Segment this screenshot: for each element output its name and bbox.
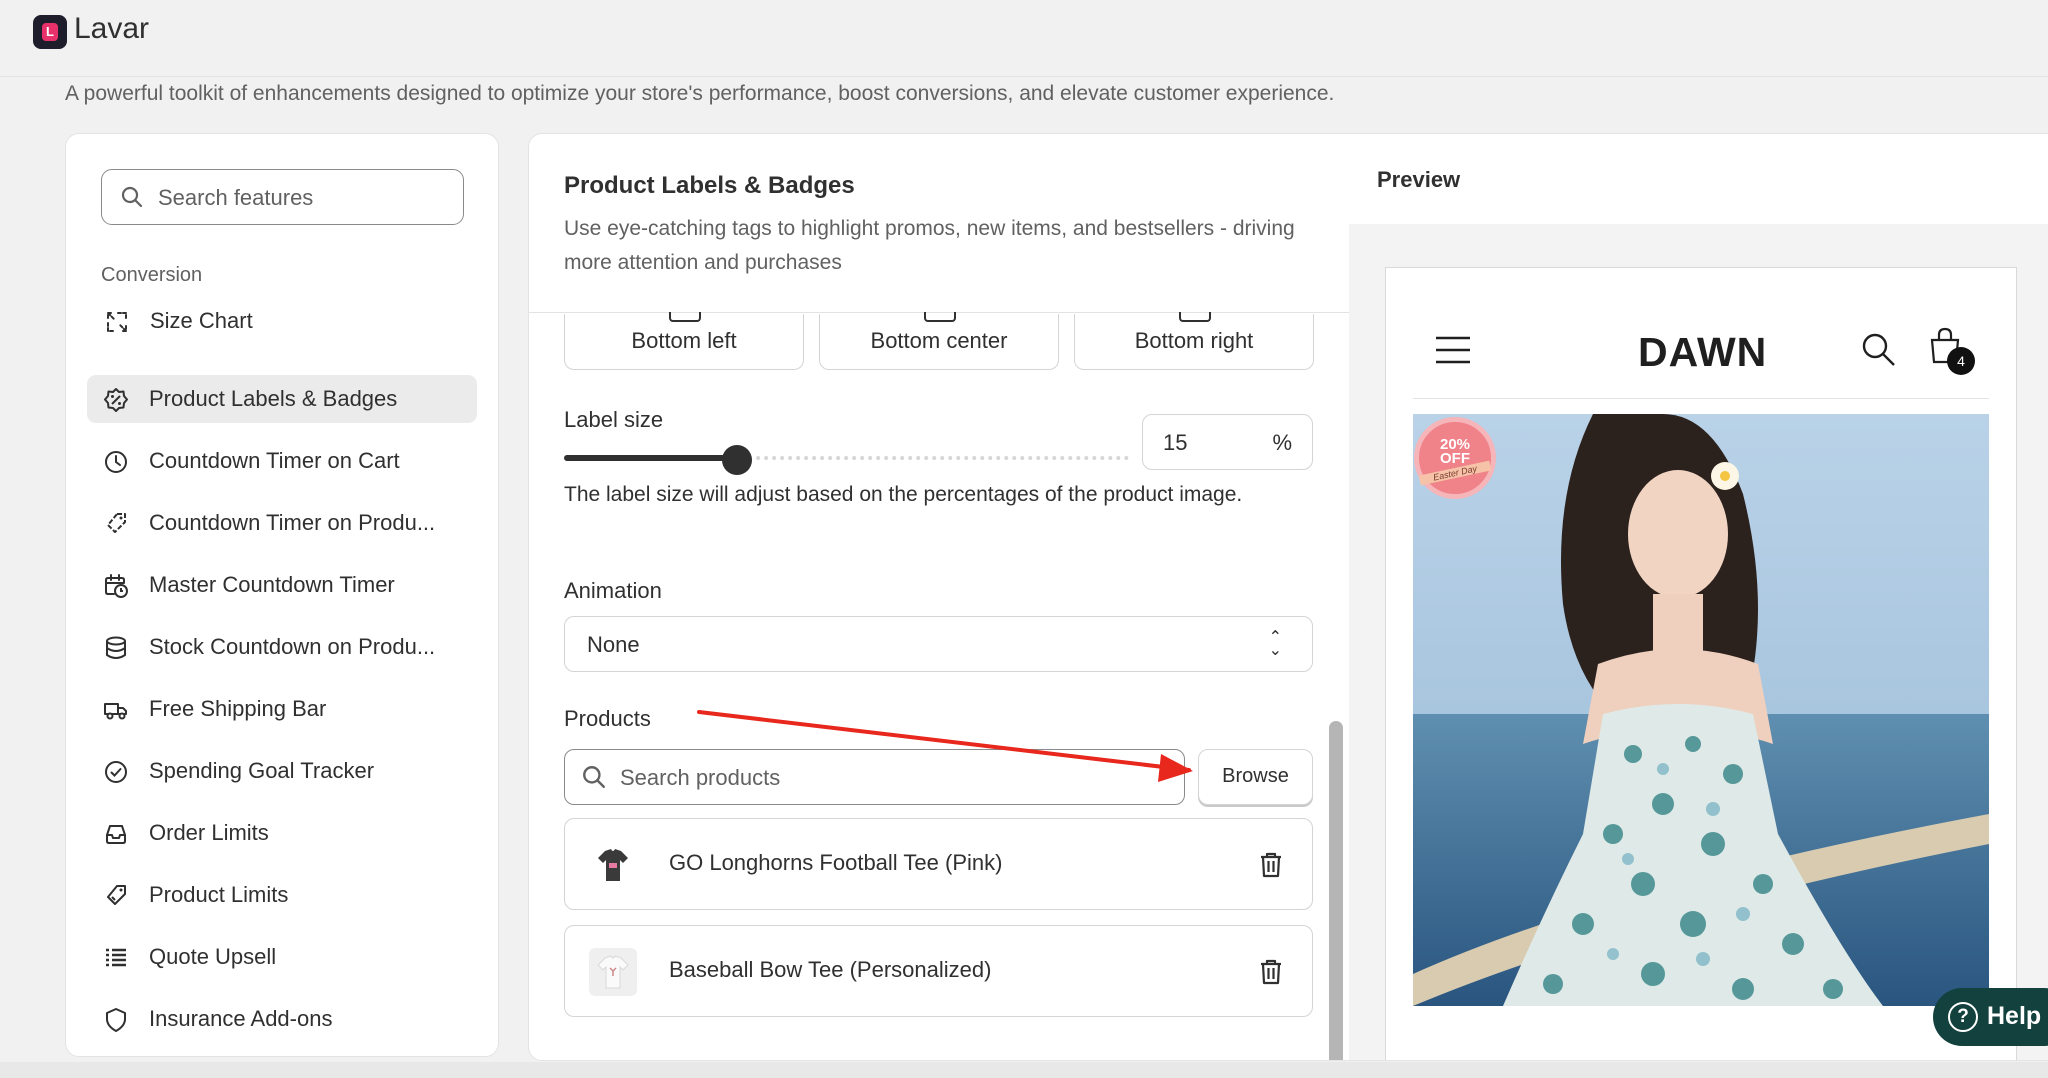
sidebar-item-label: Product Labels & Badges: [149, 386, 398, 411]
sidebar-item-label: Product Limits: [149, 882, 289, 907]
sidebar-item-label: Size Chart: [150, 308, 253, 333]
truck-icon: [104, 703, 127, 720]
settings-scrollbar[interactable]: [1329, 721, 1343, 1060]
position-label: Bottom center: [870, 328, 1008, 353]
search-icon: [1862, 333, 1895, 366]
product-name: GO Longhorns Football Tee (Pink): [669, 850, 1003, 875]
sidebar-item-label: Spending Goal Tracker: [149, 758, 375, 783]
store-logo: DAWN: [1638, 329, 1768, 375]
header-divider: [0, 76, 2048, 77]
sidebar-item-countdown-product[interactable]: Countdown Timer on Produ...: [87, 499, 477, 547]
product-photo: [1413, 414, 1989, 1006]
bottom-strip: [0, 1062, 2048, 1078]
size-chart-icon: [107, 312, 127, 332]
sidebar-item-label: Countdown Timer on Produ...: [149, 510, 436, 535]
product-name: Baseball Bow Tee (Personalized): [669, 957, 992, 982]
app-header: Lavar: [0, 0, 2048, 76]
list-icon: [106, 948, 126, 967]
products-label: Products: [564, 706, 651, 731]
sidebar-item-master-countdown[interactable]: Master Countdown Timer: [87, 561, 477, 609]
help-icon: ?: [1948, 1002, 1978, 1032]
search-features-input[interactable]: Search features: [101, 169, 464, 225]
tshirt-thumbnail-icon: [598, 849, 628, 881]
search-products-input[interactable]: Search products: [564, 749, 1185, 805]
sidebar-item-size-chart[interactable]: Size Chart: [88, 297, 478, 345]
main-card: Product Labels & Badges Use eye-catching…: [528, 133, 2048, 1061]
trash-icon[interactable]: [1258, 851, 1284, 879]
check-circle-icon: [105, 761, 127, 783]
section-label-conversion: Conversion: [101, 264, 203, 286]
label-size-unit: %: [1272, 430, 1292, 455]
help-label: Help: [1987, 1002, 2042, 1030]
position-label: Bottom left: [631, 328, 737, 353]
tshirt-thumbnail-icon: [589, 948, 637, 996]
sidebar-item-label: Stock Countdown on Produ...: [149, 634, 436, 659]
sidebar-item-product-labels-badges[interactable]: Product Labels & Badges: [87, 375, 477, 423]
sidebar-item-label: Free Shipping Bar: [149, 696, 327, 721]
search-features-placeholder: Search features: [158, 185, 314, 210]
product-row: GO Longhorns Football Tee (Pink): [564, 818, 1313, 910]
sidebar-item-countdown-cart[interactable]: Countdown Timer on Cart: [87, 437, 477, 485]
label-size-slider-fill: [564, 455, 739, 461]
preview-discount-badge: 20% OFF Easter Day: [1414, 417, 1496, 499]
settings-description: Use eye-catching tags to highlight promo…: [564, 217, 1295, 274]
sidebar-item-product-limits[interactable]: Product Limits: [87, 871, 477, 919]
position-label: Bottom right: [1134, 328, 1254, 353]
sidebar-item-free-shipping[interactable]: Free Shipping Bar: [87, 685, 477, 733]
app-title: Lavar: [74, 12, 150, 45]
sidebar-item-label: Insurance Add-ons: [149, 1006, 333, 1031]
sidebar-item-insurance-addons[interactable]: Insurance Add-ons: [87, 995, 477, 1043]
settings-title: Product Labels & Badges: [564, 172, 855, 199]
label-size-label: Label size: [564, 407, 664, 432]
sidebar-item-label: Countdown Timer on Cart: [149, 448, 400, 473]
label-size-input[interactable]: 15 %: [1142, 414, 1313, 470]
select-chevron-icon: ⌃ ⌄: [1268, 629, 1282, 659]
timer-tag-icon: [107, 513, 126, 533]
sidebar-item-order-limits[interactable]: Order Limits: [87, 809, 477, 857]
position-bottom-center-button[interactable]: Bottom center: [819, 312, 1059, 370]
calendar-clock-icon: [105, 574, 128, 598]
shield-icon: [106, 1008, 126, 1032]
sidebar-item-quote-upsell[interactable]: Quote Upsell: [87, 933, 477, 981]
badge-icon: [104, 388, 128, 412]
menu-icon: [1436, 336, 1470, 364]
position-bottom-center-icon: [924, 312, 956, 322]
trash-icon[interactable]: [1258, 958, 1284, 986]
cart-count-badge: 4: [1947, 347, 1975, 375]
animation-value: None: [587, 632, 640, 657]
preview-title: Preview: [1377, 167, 1461, 192]
animation-label: Animation: [564, 578, 662, 603]
label-size-help-text: The label size will adjust based on the …: [564, 483, 1243, 506]
position-bottom-left-icon: [669, 312, 701, 322]
database-icon: [106, 636, 126, 659]
sidebar-item-spending-goal[interactable]: Spending Goal Tracker: [87, 747, 477, 795]
search-icon: [583, 766, 605, 788]
position-bottom-right-button[interactable]: Bottom right: [1074, 312, 1314, 370]
search-products-placeholder: Search products: [620, 765, 781, 790]
inbox-icon: [106, 825, 126, 844]
product-row: Baseball Bow Tee (Personalized): [564, 925, 1313, 1017]
position-bottom-right-icon: [1179, 312, 1211, 322]
sidebar-item-label: Master Countdown Timer: [149, 572, 395, 597]
app-subtitle: A powerful toolkit of enhancements desig…: [65, 82, 1335, 105]
app-logo: [33, 15, 67, 49]
search-icon: [121, 186, 143, 208]
position-bottom-left-button[interactable]: Bottom left: [564, 312, 804, 370]
sidebar-item-label: Quote Upsell: [149, 944, 277, 969]
label-size-value: 15: [1163, 430, 1188, 455]
tag-limit-icon: [107, 885, 126, 905]
preview-separator: [1413, 398, 1989, 399]
animation-select[interactable]: None ⌃ ⌄: [564, 616, 1313, 672]
sidebar-item-label: Order Limits: [149, 820, 269, 845]
help-button[interactable]: ? Help: [1933, 988, 2048, 1046]
clock-icon: [105, 451, 127, 473]
label-size-slider-thumb[interactable]: [722, 445, 752, 475]
browse-button[interactable]: Browse: [1198, 749, 1313, 805]
sidebar-item-stock-countdown[interactable]: Stock Countdown on Produ...: [87, 623, 477, 671]
